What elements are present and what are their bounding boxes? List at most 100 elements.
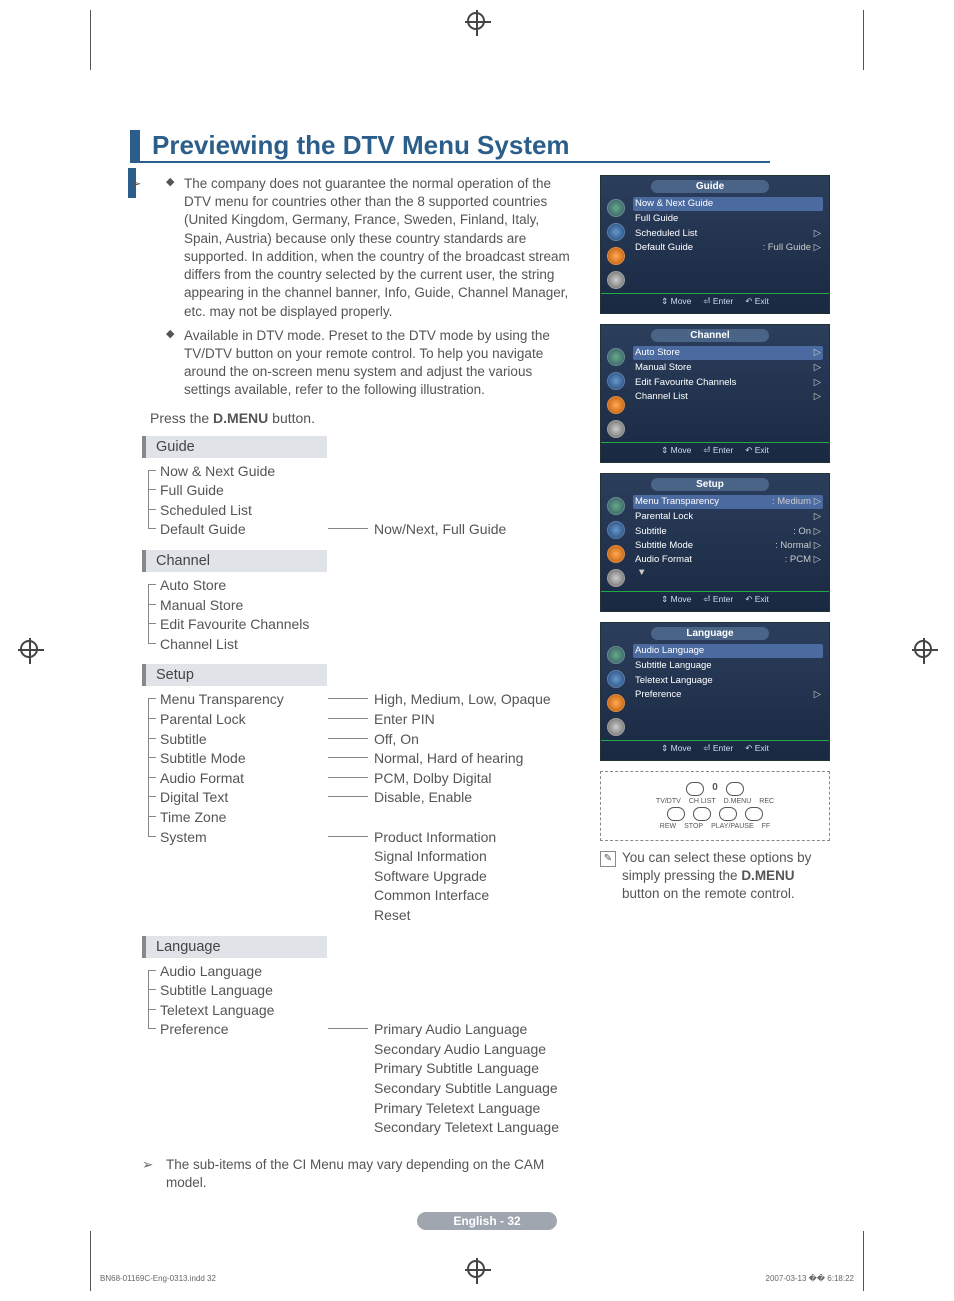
tree-connector xyxy=(328,777,368,778)
tree-row: Digital Text Disable, Enable xyxy=(148,788,580,808)
tree-row: SystemProduct Information Signal Informa… xyxy=(148,828,580,926)
tree-item-label: Time Zone xyxy=(148,808,328,828)
tree-item-label: Preference xyxy=(148,1020,328,1040)
osd-title: Guide xyxy=(651,180,769,193)
tree-item-label: Digital Text xyxy=(148,788,328,808)
tree-item-value: Primary Audio Language Secondary Audio L… xyxy=(374,1020,580,1138)
tree-item-label: Parental Lock xyxy=(148,710,328,730)
osd-category-icon xyxy=(607,348,625,366)
press-instruction: Press the D.MENU button. xyxy=(150,410,580,426)
tree-item-value: Product Information Signal Information S… xyxy=(374,828,580,926)
dmenu-note: ✎ You can select these options by simply… xyxy=(600,849,830,904)
osd-row: Now & Next Guide xyxy=(633,197,823,211)
tree-row: Teletext Language xyxy=(148,1001,580,1021)
remote-button xyxy=(719,807,737,821)
intro-bullet-1: The company does not guarantee the norma… xyxy=(166,175,580,321)
tree-row: Now & Next Guide xyxy=(148,462,580,482)
tree-connector xyxy=(328,1028,368,1029)
tree-item-value: Enter PIN xyxy=(374,710,580,730)
osd-panel: LanguageAudio LanguageSubtitle LanguageT… xyxy=(600,622,830,761)
tree-row: Manual Store xyxy=(148,596,580,616)
osd-row: Scheduled List▷ xyxy=(633,227,823,241)
remote-button xyxy=(745,807,763,821)
tree-connector xyxy=(328,836,368,837)
osd-row: Manual Store▷ xyxy=(633,361,823,375)
osd-category-icon xyxy=(607,718,625,736)
tree-item-label: Default Guide xyxy=(148,520,328,540)
page-title: Previewing the DTV Menu System xyxy=(130,130,844,161)
footer-metadata: BN68-01169C-Eng-0313.indd 32 2007-03-13 … xyxy=(0,1274,954,1283)
osd-category-icon xyxy=(607,646,625,664)
osd-row: Subtitle: On ▷ xyxy=(633,525,823,539)
note-icon: ✎ xyxy=(600,851,616,867)
remote-button xyxy=(667,807,685,821)
osd-row: Preference▷ xyxy=(633,688,823,702)
tree-connector xyxy=(328,528,368,529)
osd-category-icon xyxy=(607,199,625,217)
tree-item-label: Subtitle Language xyxy=(148,981,328,1001)
tree-row: Auto Store xyxy=(148,576,580,596)
tree-item-value: Disable, Enable xyxy=(374,788,580,808)
tree-row: Default Guide Now/Next, Full Guide xyxy=(148,520,580,540)
tree-row: Time Zone xyxy=(148,808,580,828)
menu-tree: Audio LanguageSubtitle LanguageTeletext … xyxy=(148,962,580,1138)
tree-row: Audio Language xyxy=(148,962,580,982)
tree-item-label: Menu Transparency xyxy=(148,690,328,710)
osd-row: Teletext Language xyxy=(633,674,823,688)
osd-row: Audio Format: PCM ▷ xyxy=(633,553,823,567)
osd-footer: ⇕ Move⏎ Enter↶ Exit xyxy=(601,442,829,458)
tree-connector xyxy=(328,718,368,719)
more-indicator-icon: ▼ xyxy=(633,567,823,578)
osd-row: Full Guide xyxy=(633,212,823,226)
osd-category-icon xyxy=(607,396,625,414)
remote-button xyxy=(686,782,704,796)
osd-category-icon xyxy=(607,271,625,289)
osd-category-icon xyxy=(607,223,625,241)
osd-category-icon xyxy=(607,521,625,539)
tree-item-label: Auto Store xyxy=(148,576,328,596)
ci-note: The sub-items of the CI Menu may vary de… xyxy=(166,1156,580,1192)
osd-row: Channel List▷ xyxy=(633,390,823,404)
tree-item-label: Manual Store xyxy=(148,596,328,616)
intro-bullet-2: Available in DTV mode. Preset to the DTV… xyxy=(166,327,580,400)
section-head: Language xyxy=(142,936,327,958)
osd-footer: ⇕ Move⏎ Enter↶ Exit xyxy=(601,740,829,756)
osd-row: Menu Transparency: Medium ▷ xyxy=(633,495,823,509)
tree-row: Audio FormatPCM, Dolby Digital xyxy=(148,769,580,789)
section-head: Channel xyxy=(142,550,327,572)
osd-category-icon xyxy=(607,497,625,515)
arrow-icon: ➢ xyxy=(130,175,141,193)
osd-footer: ⇕ Move⏎ Enter↶ Exit xyxy=(601,293,829,309)
section-head: Setup xyxy=(142,664,327,686)
tree-row: Subtitle Language xyxy=(148,981,580,1001)
remote-button xyxy=(726,782,744,796)
tree-connector xyxy=(328,698,368,699)
osd-row: Parental Lock▷ xyxy=(633,510,823,524)
remote-zero-button: 0 xyxy=(712,782,718,796)
tree-row: SubtitleOff, On xyxy=(148,730,580,750)
osd-row: Default Guide: Full Guide ▷ xyxy=(633,241,823,255)
page-number: English - 32 xyxy=(417,1212,557,1230)
tree-row: Preference Primary Audio Language Seconda… xyxy=(148,1020,580,1138)
osd-panel: Guide Now & Next GuideFull GuideScheduled… xyxy=(600,175,830,314)
tree-row: Menu TransparencyHigh, Medium, Low, Opaq… xyxy=(148,690,580,710)
osd-category-icon xyxy=(607,420,625,438)
osd-row: Auto Store▷ xyxy=(633,346,823,360)
menu-tree: Auto StoreManual StoreEdit Favourite Cha… xyxy=(148,576,580,654)
osd-title: Setup xyxy=(651,478,769,491)
section-head: Guide xyxy=(142,436,327,458)
osd-row: Subtitle Language xyxy=(633,659,823,673)
osd-row: Edit Favourite Channels▷ xyxy=(633,376,823,390)
tree-item-label: Edit Favourite Channels xyxy=(148,615,328,635)
tree-item-value: Now/Next, Full Guide xyxy=(374,520,580,540)
osd-category-icon xyxy=(607,247,625,265)
tree-row: Parental Lock Enter PIN xyxy=(148,710,580,730)
osd-title: Channel xyxy=(651,329,769,342)
tree-item-label: Subtitle Mode xyxy=(148,749,328,769)
tree-row: Edit Favourite Channels xyxy=(148,615,580,635)
tree-item-value: Normal, Hard of hearing xyxy=(374,749,580,769)
tree-item-label: Subtitle xyxy=(148,730,328,750)
osd-footer: ⇕ Move⏎ Enter↶ Exit xyxy=(601,591,829,607)
tree-row: Scheduled List xyxy=(148,501,580,521)
tree-row: Subtitle Mode Normal, Hard of hearing xyxy=(148,749,580,769)
